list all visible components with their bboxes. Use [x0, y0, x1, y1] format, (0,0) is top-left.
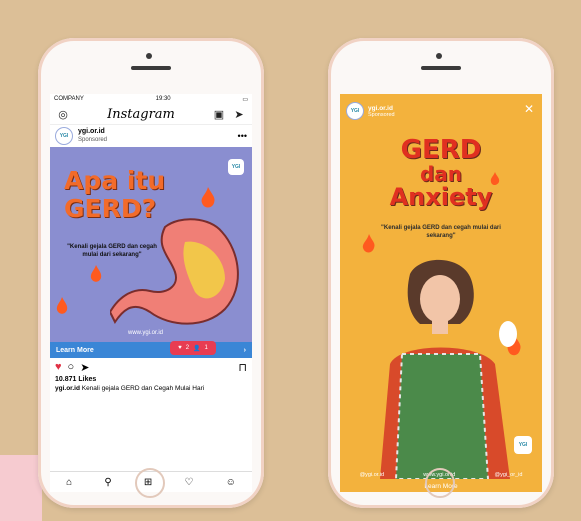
avatar[interactable]: YGI: [55, 127, 73, 145]
story-header: YGI ygi.or.id Sponsored: [346, 102, 395, 120]
status-bar: COMPANY 19:30 ▭: [50, 94, 252, 104]
ygi-badge: YGI: [228, 159, 244, 175]
caption-text: Kenali gejala GERD dan Cegah Mulai Hari: [81, 385, 205, 392]
home-button[interactable]: [135, 468, 165, 498]
twitter-handle: @ygi_or_id: [494, 472, 523, 478]
post-url: www.ygi.or.id: [128, 330, 164, 336]
ygi-badge: YGI: [514, 436, 532, 454]
story-sponsored-label: Sponsored: [368, 111, 395, 118]
igtv-icon[interactable]: ▣: [212, 107, 226, 121]
phone-speaker: [421, 66, 461, 70]
comment-icon[interactable]: ○: [68, 361, 75, 373]
post-title: Apa itu GERD?: [64, 166, 166, 223]
share-icon[interactable]: ➤: [80, 361, 89, 374]
decorative-corner: [0, 455, 42, 521]
caption-user[interactable]: ygi.or.id: [55, 385, 80, 392]
instagram-handle: @ygi.or.id: [359, 472, 385, 478]
phone-speaker: [131, 66, 171, 70]
post-caption: ygi.or.id Kenali gejala GERD dan Cegah M…: [50, 383, 252, 394]
flame-icon: [201, 187, 215, 208]
instagram-header: ◎ Instagram ▣ ➤: [50, 104, 252, 125]
profile-icon[interactable]: ☺: [226, 477, 236, 488]
instagram-logo: Instagram: [107, 106, 175, 122]
phone-camera: [146, 53, 152, 59]
camera-icon[interactable]: ◎: [56, 107, 70, 121]
search-icon[interactable]: ⚲: [104, 477, 111, 488]
stomach-illustration: [110, 218, 239, 325]
direct-message-icon[interactable]: ➤: [232, 107, 246, 121]
story-account-name[interactable]: ygi.or.id: [368, 105, 395, 112]
like-heart-icon[interactable]: ♥: [55, 361, 62, 373]
phone-camera: [436, 53, 442, 59]
bookmark-icon[interactable]: ⊓: [238, 361, 247, 374]
story-title: GERD dan Anxiety: [389, 135, 493, 211]
home-icon[interactable]: ⌂: [66, 477, 72, 488]
flame-icon: [362, 234, 375, 253]
avatar[interactable]: YGI: [346, 102, 364, 120]
sponsored-label: Sponsored: [78, 137, 108, 143]
flame-icon: [56, 297, 68, 314]
clock: 19:30: [155, 96, 171, 102]
carrier-label: COMPANY: [54, 96, 84, 102]
phone-feed-mockup: COMPANY 19:30 ▭ ◎ Instagram ▣ ➤ YGI ygi.…: [38, 38, 264, 508]
heart-count-icon: ♥: [178, 345, 182, 351]
more-options-icon[interactable]: •••: [238, 131, 247, 141]
story-screen: YGI ygi.or.id Sponsored ✕ GERD dan Anxie…: [340, 94, 542, 492]
account-name[interactable]: ygi.or.id: [78, 128, 107, 136]
chevron-right-icon: ›: [243, 346, 246, 354]
activity-heart-icon[interactable]: ♡: [184, 477, 193, 488]
follower-count-icon: 👤: [193, 345, 201, 352]
post-image[interactable]: YGI Apa itu GERD? "Kenali gejala GERD da…: [50, 147, 252, 342]
flame-icon: [490, 172, 500, 185]
activity-notification[interactable]: ♥ 2 👤 1: [170, 341, 216, 355]
close-icon[interactable]: ✕: [524, 102, 534, 116]
flame-icon: [90, 265, 102, 282]
anxious-woman-illustration: [380, 259, 517, 479]
story-subtitle: "Kenali gejala GERD dan cegah mulai dari…: [381, 225, 501, 239]
feed-screen: COMPANY 19:30 ▭ ◎ Instagram ▣ ➤ YGI ygi.…: [50, 94, 252, 492]
post-actions: ♥ ○ ➤ ⊓: [50, 358, 252, 376]
post-subtitle: "Kenali gejala GERD dan cegah mulai dari…: [67, 244, 157, 258]
learn-more-button[interactable]: Learn More ›: [50, 342, 252, 358]
home-button[interactable]: [425, 468, 455, 498]
likes-count: 10.871 Likes: [55, 376, 97, 383]
phone-story-mockup: YGI ygi.or.id Sponsored ✕ GERD dan Anxie…: [328, 38, 554, 508]
post-header: YGI ygi.or.id Sponsored •••: [50, 125, 252, 147]
battery-icon: ▭: [242, 96, 248, 103]
